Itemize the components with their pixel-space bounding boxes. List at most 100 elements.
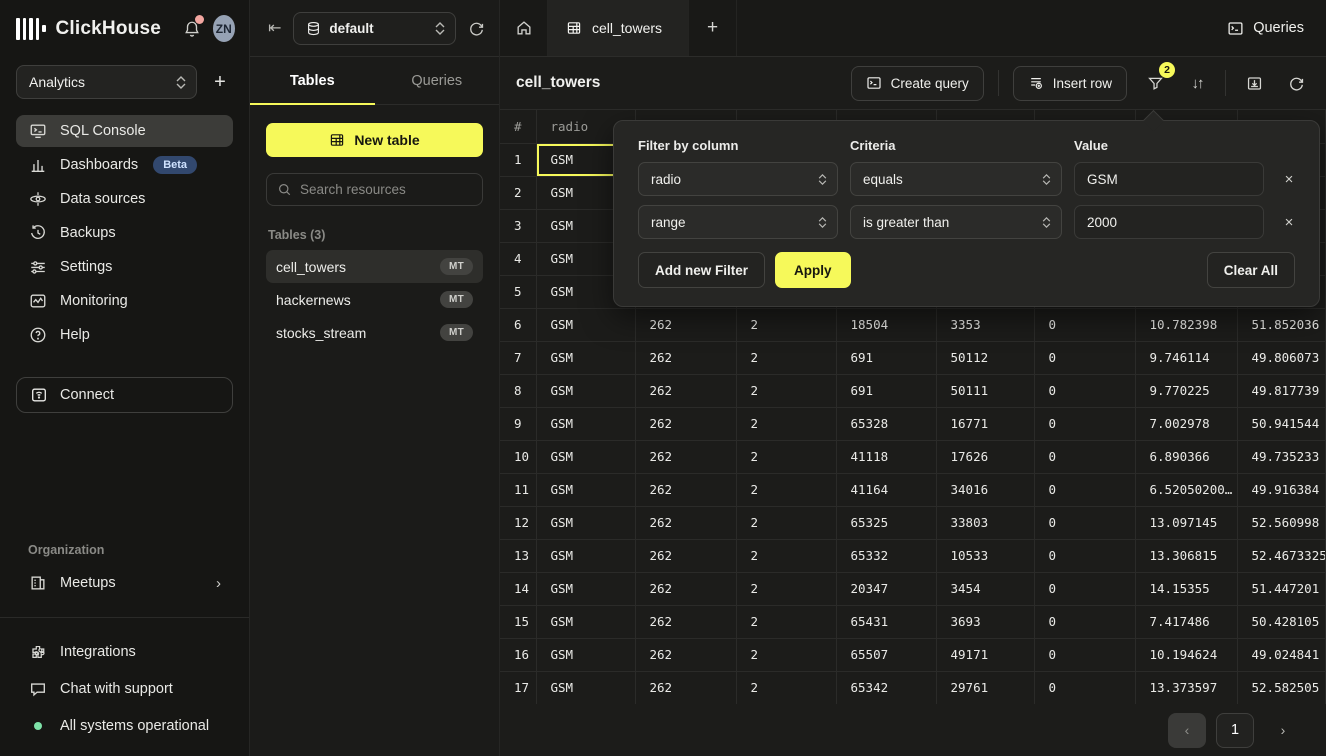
table-cell[interactable]: 10.782398: [1135, 308, 1237, 341]
table-cell[interactable]: 2: [736, 506, 836, 539]
prev-page-button[interactable]: ‹: [1168, 713, 1206, 748]
table-cell[interactable]: 2: [736, 539, 836, 572]
table-cell[interactable]: 49.735233: [1237, 440, 1326, 473]
table-cell[interactable]: 0: [1034, 605, 1135, 638]
table-cell[interactable]: 2: [736, 605, 836, 638]
table-cell[interactable]: GSM: [536, 572, 635, 605]
table-cell[interactable]: 262: [635, 374, 736, 407]
table-cell[interactable]: 13.097145: [1135, 506, 1237, 539]
table-cell[interactable]: 7.002978: [1135, 407, 1237, 440]
row-number[interactable]: 1: [500, 143, 536, 176]
table-cell[interactable]: 3693: [936, 605, 1034, 638]
table-cell[interactable]: 65332: [836, 539, 936, 572]
table-cell[interactable]: GSM: [536, 341, 635, 374]
table-cell[interactable]: 65325: [836, 506, 936, 539]
filter-value-input[interactable]: [1074, 162, 1264, 196]
table-cell[interactable]: GSM: [536, 440, 635, 473]
add-filter-button[interactable]: Add new Filter: [638, 252, 765, 288]
table-cell[interactable]: 2: [736, 440, 836, 473]
row-number[interactable]: 5: [500, 275, 536, 308]
table-cell[interactable]: 0: [1034, 374, 1135, 407]
row-number[interactable]: 14: [500, 572, 536, 605]
table-cell[interactable]: 2: [736, 374, 836, 407]
table-cell[interactable]: 50112: [936, 341, 1034, 374]
row-number[interactable]: 15: [500, 605, 536, 638]
table-cell[interactable]: 0: [1034, 539, 1135, 572]
table-list-item-hackernews[interactable]: hackernews MT: [266, 283, 483, 316]
table-cell[interactable]: 49.806073: [1237, 341, 1326, 374]
table-cell[interactable]: 0: [1034, 341, 1135, 374]
table-cell[interactable]: 41164: [836, 473, 936, 506]
row-number[interactable]: 16: [500, 638, 536, 671]
table-cell[interactable]: 691: [836, 374, 936, 407]
table-cell[interactable]: 50111: [936, 374, 1034, 407]
table-cell[interactable]: 17626: [936, 440, 1034, 473]
table-cell[interactable]: 262: [635, 671, 736, 704]
table-cell[interactable]: 2: [736, 671, 836, 704]
row-number[interactable]: 13: [500, 539, 536, 572]
tab-queries[interactable]: Queries: [375, 57, 500, 104]
row-number[interactable]: 2: [500, 176, 536, 209]
page-number[interactable]: 1: [1216, 713, 1254, 748]
table-cell[interactable]: 0: [1034, 671, 1135, 704]
table-cell[interactable]: 262: [635, 572, 736, 605]
row-number[interactable]: 6: [500, 308, 536, 341]
table-cell[interactable]: 0: [1034, 506, 1135, 539]
new-table-button[interactable]: New table: [266, 123, 483, 157]
sidebar-item-settings[interactable]: Settings: [16, 251, 233, 283]
table-cell[interactable]: 10533: [936, 539, 1034, 572]
new-tab-button[interactable]: +: [689, 0, 737, 56]
table-cell[interactable]: 262: [635, 605, 736, 638]
table-cell[interactable]: 50.941544: [1237, 407, 1326, 440]
table-cell[interactable]: 51.447201: [1237, 572, 1326, 605]
sidebar-item-help[interactable]: Help: [16, 319, 233, 351]
table-cell[interactable]: 2: [736, 572, 836, 605]
remove-filter-icon[interactable]: ×: [1276, 209, 1302, 235]
row-number[interactable]: 3: [500, 209, 536, 242]
filter-criteria-select[interactable]: equals: [850, 162, 1062, 196]
table-cell[interactable]: GSM: [536, 473, 635, 506]
search-input[interactable]: [300, 182, 472, 197]
table-cell[interactable]: 20347: [836, 572, 936, 605]
table-cell[interactable]: 41118: [836, 440, 936, 473]
remove-filter-icon[interactable]: ×: [1276, 166, 1302, 192]
row-number[interactable]: 4: [500, 242, 536, 275]
row-number[interactable]: 8: [500, 374, 536, 407]
create-query-button[interactable]: Create query: [851, 66, 984, 101]
table-cell[interactable]: 16771: [936, 407, 1034, 440]
table-cell[interactable]: 49.817739: [1237, 374, 1326, 407]
table-cell[interactable]: 50.428105: [1237, 605, 1326, 638]
apply-filter-button[interactable]: Apply: [775, 252, 851, 288]
table-cell[interactable]: 65507: [836, 638, 936, 671]
table-cell[interactable]: 52.560998: [1237, 506, 1326, 539]
table-cell[interactable]: 18504: [836, 308, 936, 341]
clear-all-filters-button[interactable]: Clear All: [1207, 252, 1295, 288]
table-cell[interactable]: 33803: [936, 506, 1034, 539]
table-cell[interactable]: 2: [736, 638, 836, 671]
table-cell[interactable]: 262: [635, 539, 736, 572]
table-cell[interactable]: 262: [635, 308, 736, 341]
table-cell[interactable]: 2: [736, 341, 836, 374]
sidebar-item-meetups[interactable]: Meetups ›: [16, 567, 233, 599]
table-cell[interactable]: 262: [635, 440, 736, 473]
table-list-item-cell-towers[interactable]: cell_towers MT: [266, 250, 483, 283]
avatar[interactable]: ZN: [213, 15, 235, 42]
table-cell[interactable]: 13.373597: [1135, 671, 1237, 704]
table-cell[interactable]: 52.582505: [1237, 671, 1326, 704]
row-number[interactable]: 12: [500, 506, 536, 539]
table-cell[interactable]: 691: [836, 341, 936, 374]
table-cell[interactable]: 262: [635, 407, 736, 440]
table-cell[interactable]: 2: [736, 308, 836, 341]
sidebar-item-chat-support[interactable]: Chat with support: [16, 675, 233, 703]
sidebar-item-backups[interactable]: Backups: [16, 217, 233, 249]
table-cell[interactable]: GSM: [536, 671, 635, 704]
sidebar-item-monitoring[interactable]: Monitoring: [16, 285, 233, 317]
table-cell[interactable]: 10.194624: [1135, 638, 1237, 671]
table-list-item-stocks-stream[interactable]: stocks_stream MT: [266, 316, 483, 349]
table-cell[interactable]: GSM: [536, 506, 635, 539]
table-cell[interactable]: 13.306815: [1135, 539, 1237, 572]
filter-column-select[interactable]: radio: [638, 162, 838, 196]
system-status[interactable]: All systems operational: [16, 712, 233, 740]
table-cell[interactable]: 51.852036: [1237, 308, 1326, 341]
download-button[interactable]: [1240, 69, 1268, 97]
